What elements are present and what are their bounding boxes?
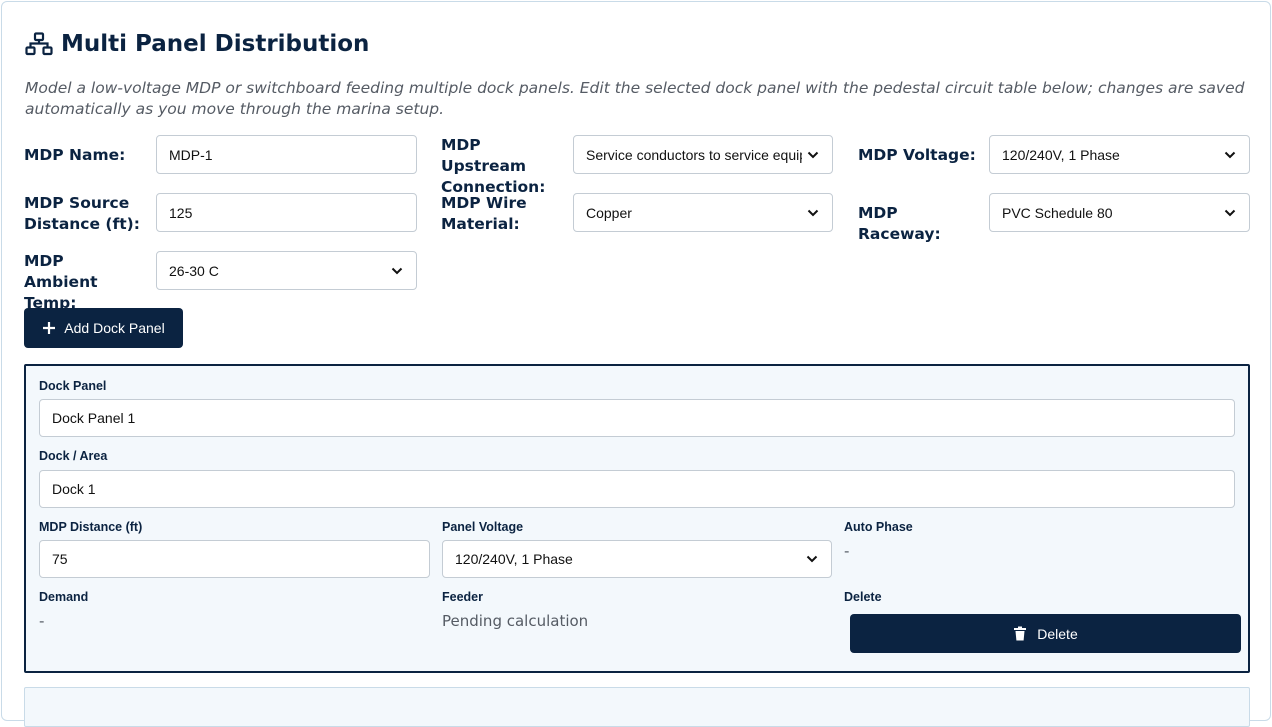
mdp-raceway-value: PVC Schedule 80 [1002, 204, 1113, 221]
mdp-voltage-value: 120/240V, 1 Phase [1002, 146, 1120, 163]
panel-voltage-select[interactable]: 120/240V, 1 Phase [442, 540, 832, 578]
trash-icon [1014, 626, 1027, 641]
mdp-raceway-select[interactable]: PVC Schedule 80 [989, 193, 1250, 232]
mdp-voltage-select[interactable]: 120/240V, 1 Phase [989, 135, 1250, 174]
dock-panel-card: Dock Panel Dock Panel 1 Dock / Area Dock… [24, 364, 1250, 673]
chevron-down-icon [807, 209, 819, 216]
mdp-ambient-value: 26-30 C [169, 262, 219, 279]
chevron-down-icon [806, 555, 818, 563]
delete-dock-panel-button[interactable]: Delete [850, 614, 1241, 653]
add-dock-panel-button[interactable]: Add Dock Panel [24, 308, 183, 348]
mdp-ambient-label: MDP Ambient Temp: [24, 252, 98, 312]
mdp-name-input[interactable]: MDP-1 [156, 135, 417, 174]
mdp-ambient-select[interactable]: 26-30 C [156, 251, 417, 290]
dock-panel-name-value: Dock Panel 1 [52, 410, 136, 426]
mdp-source-distance-input[interactable]: 125 [156, 193, 417, 232]
mdp-wire-material-value: Copper [586, 204, 632, 221]
dock-area-label: Dock / Area [39, 449, 108, 463]
next-dock-panel-card [24, 687, 1250, 727]
auto-phase-value: - [844, 542, 850, 560]
page-title: Multi Panel Distribution [25, 28, 369, 60]
chevron-down-icon [391, 267, 403, 274]
mdp-upstream-value: Service conductors to service equipment [586, 146, 802, 163]
dock-panel-label: Dock Panel [39, 379, 107, 393]
mdp-source-distance-value: 125 [169, 204, 193, 221]
panel-voltage-value: 120/240V, 1 Phase [455, 551, 573, 567]
mdp-voltage-label: MDP Voltage: [858, 146, 976, 164]
title-text: Multi Panel Distribution [61, 31, 370, 57]
mdp-distance-label: MDP Distance (ft) [39, 520, 143, 534]
mdp-upstream-label: MDP Upstream Connection: [441, 136, 546, 196]
feeder-label: Feeder [442, 590, 483, 604]
chevron-down-icon [1224, 151, 1236, 158]
network-icon [25, 32, 53, 56]
panel-voltage-label: Panel Voltage [442, 520, 524, 534]
dock-panel-name-input[interactable]: Dock Panel 1 [39, 399, 1235, 437]
intro-description: Model a low-voltage MDP or switchboard f… [25, 79, 1245, 118]
add-dock-panel-label: Add Dock Panel [64, 320, 165, 336]
multi-panel-card: Multi Panel Distribution Model a low-vol… [1, 1, 1271, 727]
demand-label: Demand [39, 590, 89, 604]
mdp-name-label: MDP Name: [24, 146, 126, 164]
chevron-down-icon [807, 151, 819, 158]
dock-area-input[interactable]: Dock 1 [39, 470, 1235, 508]
feeder-value: Pending calculation [442, 612, 589, 630]
mdp-source-distance-label: MDP Source Distance (ft): [24, 194, 140, 233]
mdp-upstream-select[interactable]: Service conductors to service equipment [573, 135, 833, 174]
auto-phase-label: Auto Phase [844, 520, 913, 534]
delete-button-label: Delete [1037, 625, 1078, 642]
mdp-name-value: MDP-1 [169, 146, 213, 163]
plus-icon [43, 322, 56, 334]
mdp-wire-material-label: MDP Wire Material: [441, 194, 527, 233]
mdp-raceway-label: MDP Raceway: [858, 204, 941, 243]
mdp-distance-value: 75 [52, 551, 68, 567]
mdp-wire-material-select[interactable]: Copper [573, 193, 833, 232]
dock-area-value: Dock 1 [52, 481, 96, 497]
delete-label: Delete [844, 590, 882, 604]
demand-value: - [39, 612, 45, 630]
chevron-down-icon [1224, 209, 1236, 216]
mdp-distance-input[interactable]: 75 [39, 540, 430, 578]
